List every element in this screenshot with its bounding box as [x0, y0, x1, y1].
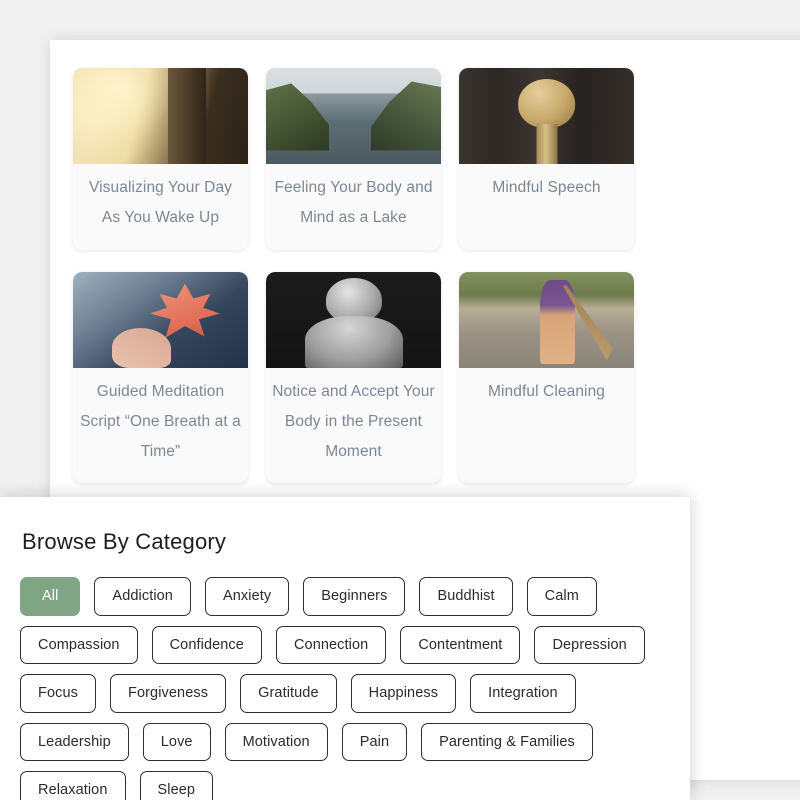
meditation-card-title: Feeling Your Body and Mind as a Lake — [274, 179, 433, 226]
category-chip-pain[interactable]: Pain — [341, 722, 408, 761]
category-chip-leadership[interactable]: Leadership — [20, 722, 129, 761]
category-chip-anxiety[interactable]: Anxiety — [204, 577, 290, 616]
category-chip-sleep[interactable]: Sleep — [139, 771, 214, 800]
street-sweeper-thumbnail — [459, 272, 634, 368]
category-chip-buddhist[interactable]: Buddhist — [419, 577, 513, 616]
category-chip-relaxation[interactable]: Relaxation — [20, 771, 126, 800]
category-chip-compassion[interactable]: Compassion — [20, 625, 138, 664]
meditation-card-title: Notice and Accept Your Body in the Prese… — [272, 383, 435, 460]
category-chip-parenting-families[interactable]: Parenting & Families — [421, 722, 593, 761]
hand-holding-red-leaf-thumbnail — [73, 272, 248, 368]
category-chip-love[interactable]: Love — [142, 722, 211, 761]
category-chip-contentment[interactable]: Contentment — [400, 625, 521, 664]
microphone-thumbnail — [459, 68, 634, 164]
category-chip-focus[interactable]: Focus — [20, 674, 96, 713]
browse-by-category-panel: Browse By Category All Addiction Anxiety Be… — [0, 497, 690, 800]
category-chip-beginners[interactable]: Beginners — [303, 577, 406, 616]
category-chip-depression[interactable]: Depression — [534, 625, 645, 664]
category-chip-gratitude[interactable]: Gratitude — [240, 674, 337, 713]
meditation-card[interactable]: Mindful Speech — [459, 68, 634, 250]
meditation-card[interactable]: Notice and Accept Your Body in the Prese… — [266, 272, 441, 483]
category-chip-list: All Addiction Anxiety Beginners Buddhist Calm… — [18, 577, 686, 800]
category-chip-connection[interactable]: Connection — [275, 625, 387, 664]
meditation-card-title: Visualizing Your Day As You Wake Up — [88, 179, 233, 226]
category-chip-all[interactable]: All — [20, 577, 81, 616]
category-chip-calm[interactable]: Calm — [526, 577, 597, 616]
meditation-card[interactable]: Guided Meditation Script “One Breath at … — [73, 272, 248, 483]
category-chip-integration[interactable]: Integration — [470, 674, 576, 713]
meditation-card[interactable]: Mindful Cleaning — [459, 272, 634, 483]
category-chip-addiction[interactable]: Addiction — [94, 577, 191, 616]
category-chip-confidence[interactable]: Confidence — [151, 625, 262, 664]
category-chip-motivation[interactable]: Motivation — [224, 722, 328, 761]
marble-statue-thumbnail — [266, 272, 441, 368]
sunlit-field-thumbnail — [73, 68, 248, 164]
meditation-card-title: Mindful Speech — [492, 179, 601, 196]
meditation-card-title: Guided Meditation Script “One Breath at … — [80, 383, 241, 460]
meditation-card[interactable]: Visualizing Your Day As You Wake Up — [73, 68, 248, 250]
panel-heading: Browse By Category — [22, 529, 227, 554]
meditation-card[interactable]: Feeling Your Body and Mind as a Lake — [266, 68, 441, 250]
mountain-lake-thumbnail — [266, 68, 441, 164]
meditation-card-title: Mindful Cleaning — [487, 383, 606, 400]
category-chip-happiness[interactable]: Happiness — [350, 674, 457, 713]
category-chip-forgiveness[interactable]: Forgiveness — [110, 674, 227, 713]
